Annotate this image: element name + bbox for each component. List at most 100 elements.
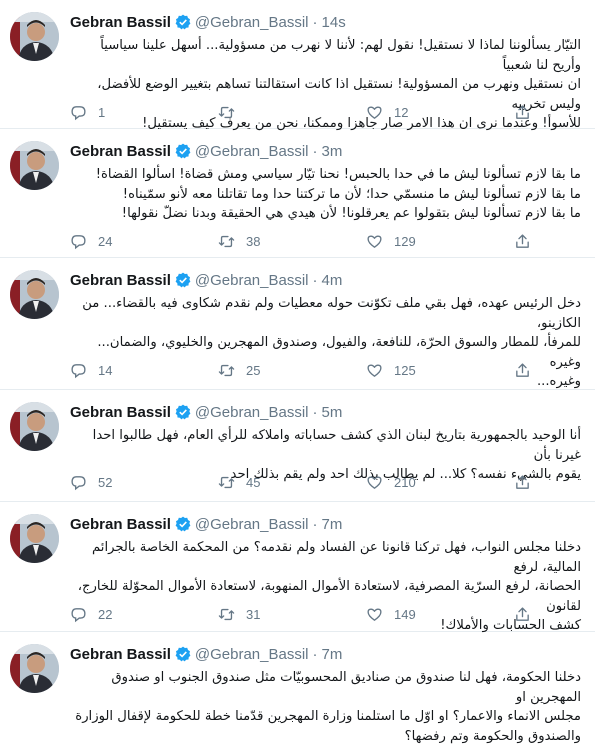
author-name[interactable]: Gebran Bassil — [70, 14, 171, 31]
retweet-button[interactable]: 45 — [218, 474, 366, 491]
reply-icon — [70, 362, 87, 379]
tweet-text-line: ما بقا لازم تسألونا ليش ما منسمّي حدا؛ ل… — [70, 185, 581, 205]
dot-separator: · — [313, 143, 318, 160]
heart-icon — [366, 362, 383, 379]
tweet-actions: 22 31 149 — [70, 605, 542, 623]
author-handle[interactable]: @Gebran_Bassil — [195, 404, 309, 421]
tweet-text-line: دخلنا مجلس النواب، فهل تركنا قانونا عن ا… — [70, 538, 581, 577]
share-icon — [514, 233, 531, 250]
author-name[interactable]: Gebran Bassil — [70, 516, 171, 533]
dot-separator: · — [313, 516, 318, 533]
retweet-count: 45 — [246, 475, 276, 490]
tweet-actions: 14 25 125 — [70, 361, 542, 379]
dot-separator: · — [313, 646, 318, 663]
share-button[interactable] — [514, 474, 542, 491]
author-handle[interactable]: @Gebran_Bassil — [195, 143, 309, 160]
heart-icon — [366, 104, 383, 121]
reply-icon — [70, 233, 87, 250]
share-button[interactable] — [514, 233, 542, 250]
tweet-feed: Gebran Bassil @Gebran_Bassil · 14s التيّ… — [0, 0, 595, 722]
like-button[interactable]: 12 — [366, 104, 514, 121]
dot-separator: · — [313, 14, 318, 31]
like-count: 210 — [394, 475, 424, 490]
tweet-text-line: مجلس الانماء والاعمار؟ او اوّل ما استلمن… — [70, 707, 581, 727]
author-handle[interactable]: @Gebran_Bassil — [195, 272, 309, 289]
reply-count: 52 — [98, 475, 128, 490]
author-name[interactable]: Gebran Bassil — [70, 646, 171, 663]
author-handle[interactable]: @Gebran_Bassil — [195, 646, 309, 663]
like-button[interactable]: 210 — [366, 474, 514, 491]
tweet[interactable]: Gebran Bassil @Gebran_Bassil · 7m دخلنا … — [0, 502, 595, 632]
author-name[interactable]: Gebran Bassil — [70, 404, 171, 421]
tweet[interactable]: Gebran Bassil @Gebran_Bassil · 4m دخل ال… — [0, 258, 595, 390]
author-handle[interactable]: @Gebran_Bassil — [195, 516, 309, 533]
retweet-count: 25 — [246, 363, 276, 378]
heart-icon — [366, 606, 383, 623]
tweet-actions: 52 45 210 — [70, 473, 542, 491]
tweet[interactable]: Gebran Bassil @Gebran_Bassil · 3m ما بقا… — [0, 129, 595, 258]
heart-icon — [366, 474, 383, 491]
like-button[interactable]: 149 — [366, 606, 514, 623]
tweet[interactable]: Gebran Bassil @Gebran_Bassil · 7m دخلنا … — [0, 632, 595, 722]
tweet-text-line: دخل الرئيس عهده، فهل بقي ملف تكوّنت حوله… — [70, 294, 581, 333]
share-button[interactable] — [514, 606, 542, 623]
retweet-button[interactable]: 31 — [218, 606, 366, 623]
tweet-text: ما بقا لازم تسألونا ليش ما في حدا بالحبس… — [70, 165, 581, 224]
timestamp[interactable]: 3m — [322, 143, 343, 160]
tweet[interactable]: Gebran Bassil @Gebran_Bassil · 5m أنا ال… — [0, 390, 595, 502]
timestamp[interactable]: 5m — [322, 404, 343, 421]
share-button[interactable] — [514, 104, 542, 121]
verified-badge-icon — [175, 272, 191, 288]
retweet-button[interactable]: 25 — [218, 362, 366, 379]
timestamp[interactable]: 7m — [322, 516, 343, 533]
reply-button[interactable]: 24 — [70, 233, 218, 250]
retweet-icon — [218, 362, 235, 379]
verified-badge-icon — [175, 14, 191, 30]
reply-button[interactable]: 1 — [70, 104, 218, 121]
author-name[interactable]: Gebran Bassil — [70, 272, 171, 289]
retweet-count: 38 — [246, 234, 276, 249]
author-name[interactable]: Gebran Bassil — [70, 143, 171, 160]
like-count: 12 — [394, 105, 424, 120]
like-button[interactable]: 129 — [366, 233, 514, 250]
like-count: 149 — [394, 607, 424, 622]
timestamp[interactable]: 14s — [322, 14, 346, 31]
verified-badge-icon — [175, 404, 191, 420]
avatar[interactable] — [10, 402, 59, 451]
avatar[interactable] — [10, 514, 59, 563]
retweet-icon — [218, 233, 235, 250]
share-icon — [514, 362, 531, 379]
verified-badge-icon — [175, 143, 191, 159]
share-icon — [514, 474, 531, 491]
reply-button[interactable]: 52 — [70, 474, 218, 491]
avatar[interactable] — [10, 12, 59, 61]
reply-count: 24 — [98, 234, 128, 249]
tweet[interactable]: Gebran Bassil @Gebran_Bassil · 14s التيّ… — [0, 0, 595, 129]
timestamp[interactable]: 7m — [322, 646, 343, 663]
reply-button[interactable]: 22 — [70, 606, 218, 623]
timestamp[interactable]: 4m — [322, 272, 343, 289]
tweet-text: دخلنا الحكومة، فهل لنا صندوق من صناديق ا… — [70, 668, 581, 746]
reply-count: 22 — [98, 607, 128, 622]
avatar[interactable] — [10, 644, 59, 693]
reply-icon — [70, 606, 87, 623]
avatar[interactable] — [10, 270, 59, 319]
dot-separator: · — [313, 404, 318, 421]
reply-button[interactable]: 14 — [70, 362, 218, 379]
avatar[interactable] — [10, 141, 59, 190]
like-button[interactable]: 125 — [366, 362, 514, 379]
tweet-text-line: التيّار يسألوننا لماذا لا نستقيل! نقول ل… — [70, 36, 581, 75]
retweet-button[interactable]: 38 — [218, 233, 366, 250]
retweet-button[interactable] — [218, 104, 366, 121]
tweet-text-line: أنا الوحيد بالجمهورية بتاريخ لبنان الذي … — [70, 426, 581, 465]
author-handle[interactable]: @Gebran_Bassil — [195, 14, 309, 31]
tweet-actions: 1 12 — [70, 103, 542, 121]
tweet-actions: 24 38 129 — [70, 232, 542, 250]
heart-icon — [366, 233, 383, 250]
share-button[interactable] — [514, 362, 542, 379]
like-count: 125 — [394, 363, 424, 378]
like-count: 129 — [394, 234, 424, 249]
retweet-icon — [218, 104, 235, 121]
tweet-text-line: والصندوق والحكومة وتم رفضها؟ — [70, 727, 581, 746]
reply-count: 1 — [98, 105, 128, 120]
